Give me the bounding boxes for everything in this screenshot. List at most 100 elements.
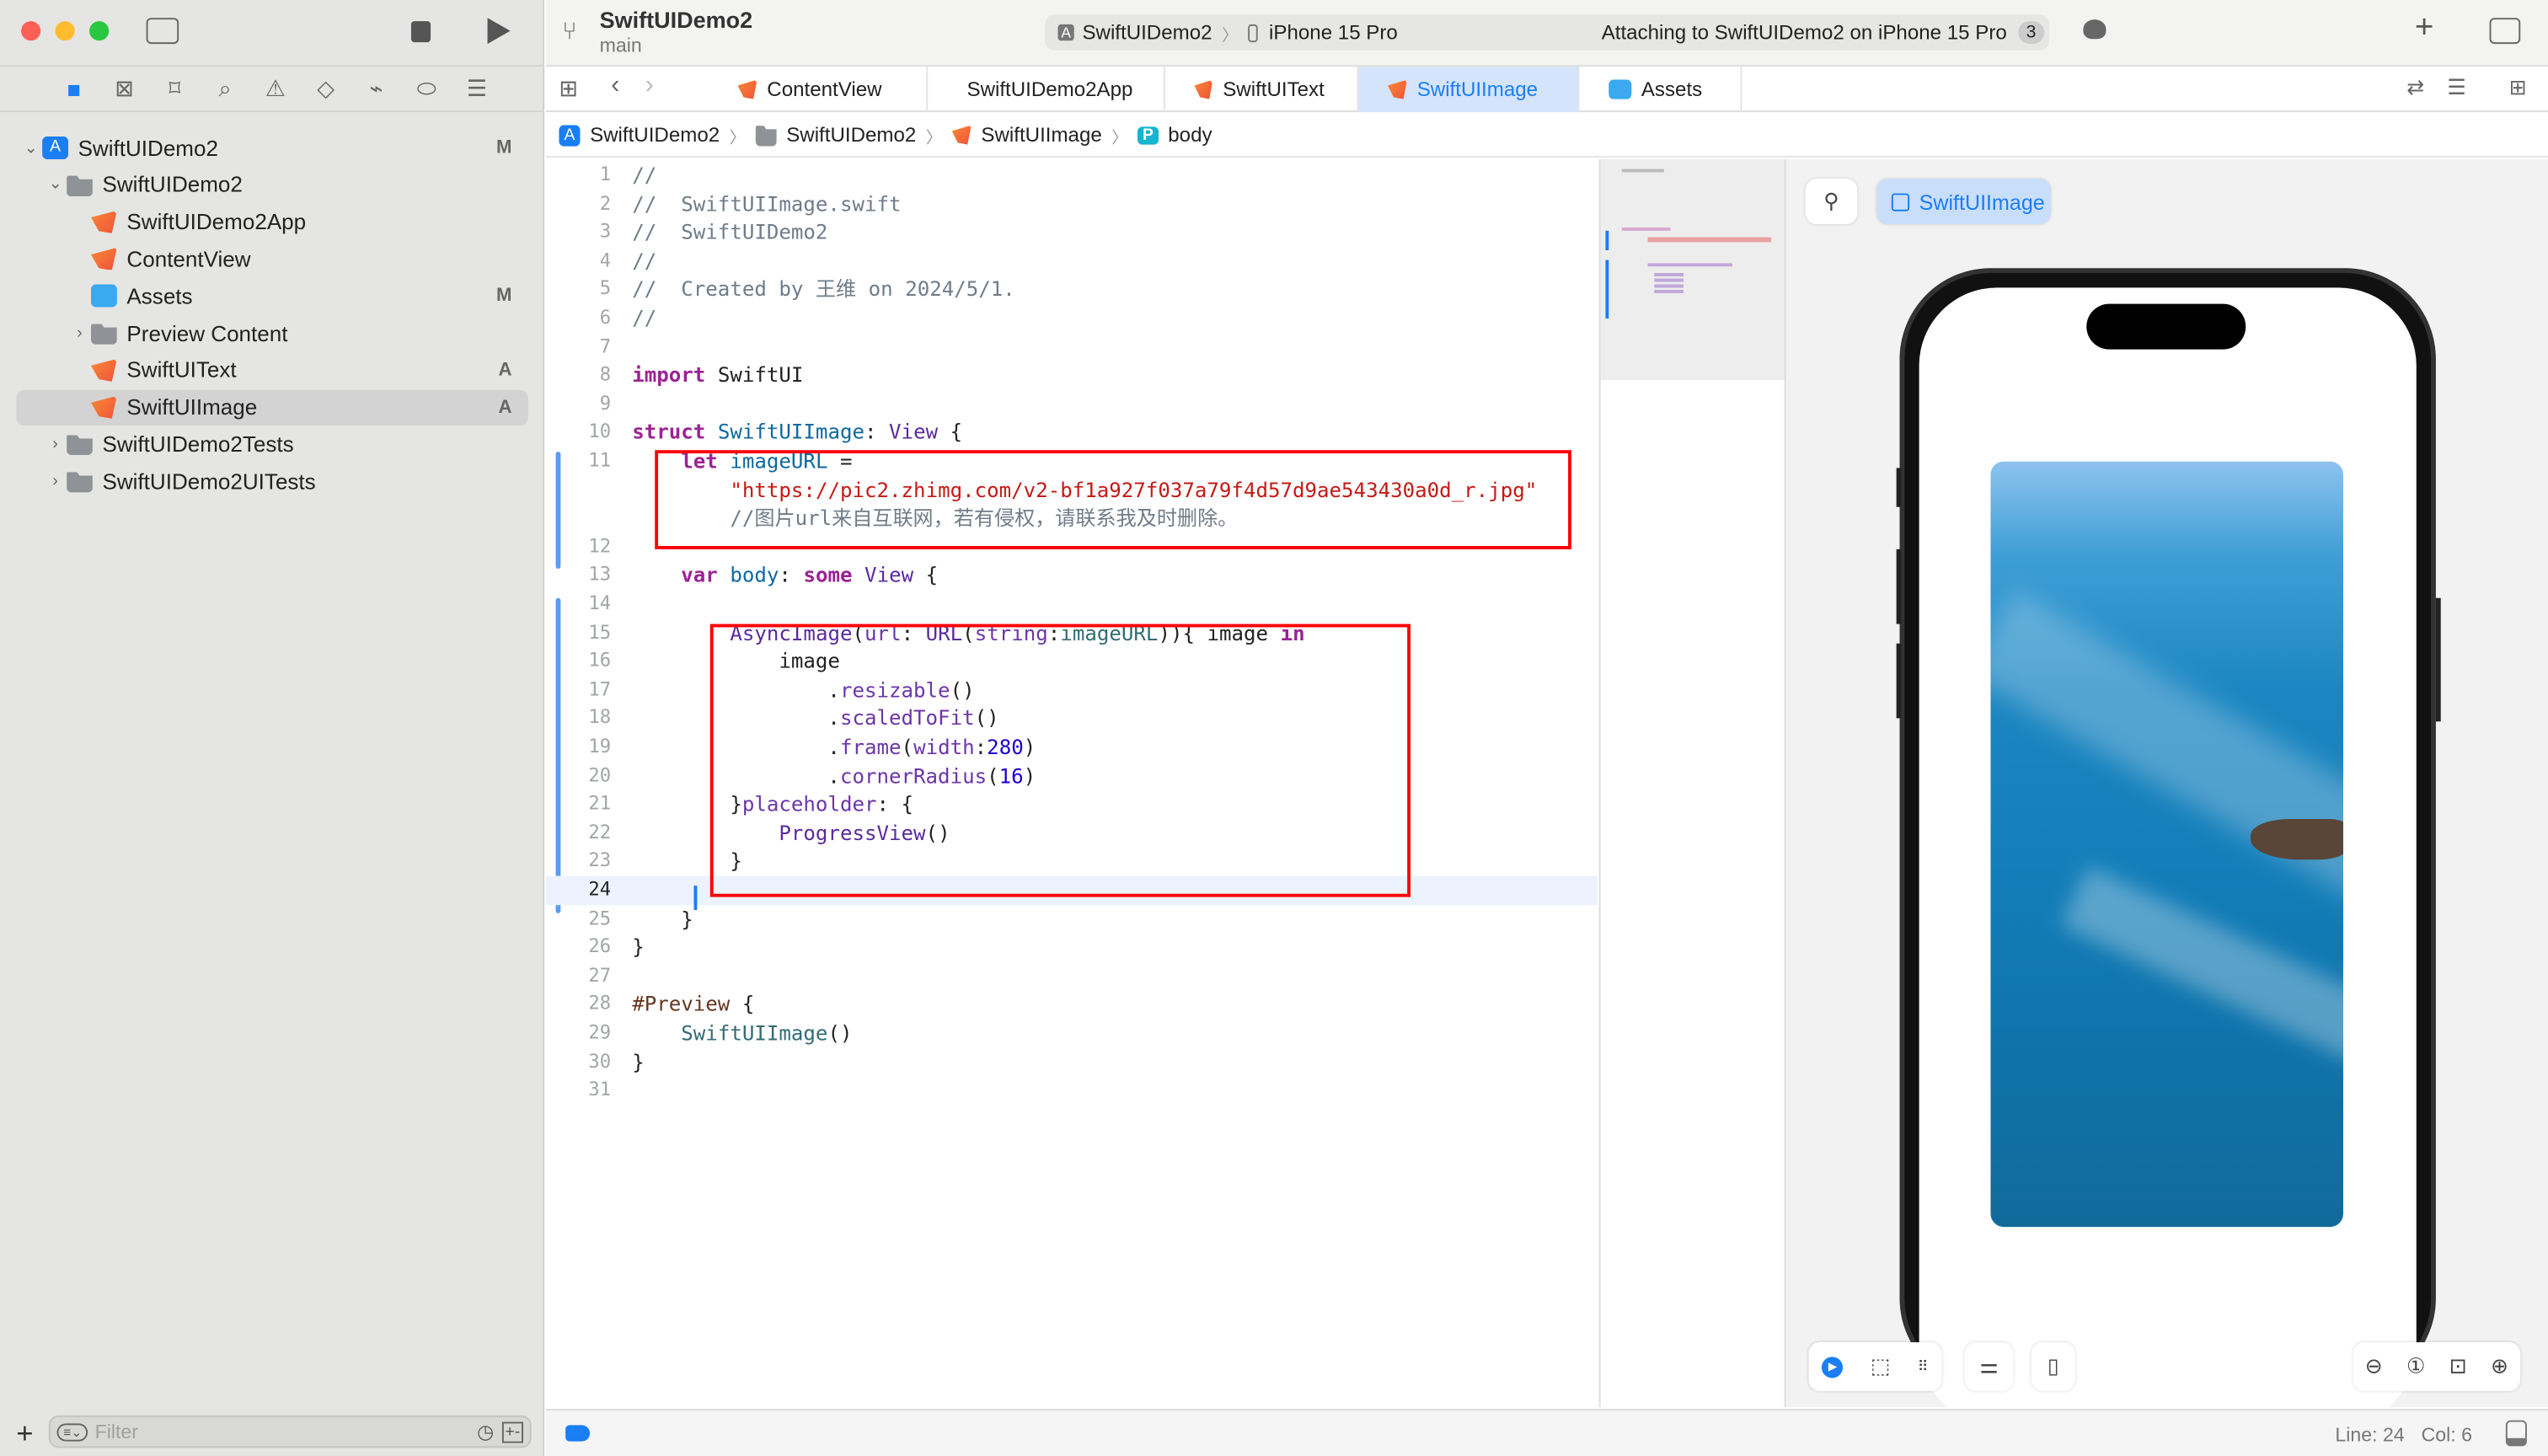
- tab-assets[interactable]: Assets: [1580, 67, 1742, 113]
- sidebar-toggle-icon[interactable]: [146, 18, 179, 45]
- breadcrumb-project[interactable]: SwiftUIDemo2: [590, 124, 720, 147]
- back-icon[interactable]: ‹: [611, 72, 619, 101]
- line-number: 20: [588, 763, 612, 786]
- filter-field[interactable]: ≡⌄ Filter ◷ +-: [48, 1415, 532, 1448]
- bookmark-icon[interactable]: ⌑: [149, 75, 200, 103]
- report-icon[interactable]: ☰: [452, 75, 502, 103]
- cloud-status-icon[interactable]: [2083, 19, 2106, 40]
- zoom-in-icon[interactable]: ⊕: [2491, 1353, 2508, 1379]
- search-icon[interactable]: ⌕: [200, 75, 250, 103]
- device-selector[interactable]: iPhone 15 Pro: [1269, 21, 1398, 44]
- tab-label: SwiftUIDemo2App: [966, 78, 1133, 101]
- rocks: [2251, 818, 2343, 860]
- close-window-button[interactable]: [21, 21, 41, 41]
- stop-icon[interactable]: [410, 21, 431, 43]
- add-library-icon[interactable]: +: [2415, 10, 2434, 47]
- folder-icon[interactable]: ■: [49, 76, 99, 102]
- test-icon[interactable]: ◇: [301, 75, 351, 103]
- line-number: 30: [588, 1049, 612, 1073]
- scheme-selector[interactable]: SwiftUIDemo2: [1082, 21, 1212, 44]
- tree-item-label: SwiftUIDemo2: [102, 173, 243, 197]
- breakpoint-icon[interactable]: ⬭: [401, 75, 452, 103]
- editor-options-icon[interactable]: ☰: [2447, 75, 2465, 101]
- breadcrumb-file[interactable]: SwiftUIImage: [981, 124, 1101, 147]
- preview-tab[interactable]: SwiftUIImage: [1876, 179, 2051, 225]
- related-items-icon[interactable]: ⇄: [2406, 75, 2424, 101]
- tree-item[interactable]: ⌄ A SwiftUIDemo2 M: [16, 130, 527, 165]
- zoom-100-icon[interactable]: ①: [2406, 1353, 2425, 1379]
- code-text: }: [632, 933, 645, 961]
- device-settings-button[interactable]: ▯: [2031, 1341, 2075, 1391]
- code-text: SwiftUIImage(): [632, 1019, 852, 1047]
- grid-icon[interactable]: ⊞: [559, 75, 578, 103]
- live-preview-icon[interactable]: ▶: [1822, 1356, 1844, 1378]
- code-token: :: [779, 563, 804, 587]
- highlight-box: [655, 450, 1571, 549]
- variants-icon[interactable]: ⠿: [1918, 1357, 1929, 1375]
- line-number: 23: [588, 848, 612, 872]
- tree-item[interactable]: ⌄ SwiftUIDemo2: [16, 167, 527, 202]
- warning-icon[interactable]: ⚠: [250, 75, 301, 103]
- pin-preview-button[interactable]: ⚲: [1805, 179, 1858, 225]
- tree-item[interactable]: › Preview Content: [16, 315, 527, 351]
- zoom-out-icon[interactable]: ⊖: [2365, 1353, 2383, 1379]
- minimap[interactable]: [1598, 158, 1785, 381]
- line-number: 17: [588, 677, 612, 700]
- minimize-window-button[interactable]: [55, 21, 75, 41]
- tab-swiftuitext[interactable]: SwiftUIText: [1165, 67, 1359, 113]
- tab-swiftuidemo2app[interactable]: SwiftUIDemo2App: [928, 67, 1165, 113]
- disclosure-chevron-icon[interactable]: ›: [44, 473, 67, 490]
- tree-item[interactable]: Assets M: [16, 278, 527, 313]
- code-line: 25 }: [546, 904, 1598, 933]
- tree-item[interactable]: SwiftUIText A: [16, 352, 527, 388]
- iphone-screen: [1919, 287, 2417, 1426]
- zoom-window-button[interactable]: [89, 21, 110, 41]
- disclosure-chevron-icon[interactable]: ›: [68, 324, 91, 342]
- selectable-mode-icon[interactable]: ⬚: [1871, 1353, 1891, 1379]
- source-control-icon[interactable]: ⊠: [99, 75, 150, 103]
- tree-item[interactable]: SwiftUIDemo2App: [16, 204, 527, 239]
- tree-item[interactable]: ContentView: [16, 241, 527, 276]
- tree-item[interactable]: › SwiftUIDemo2Tests: [16, 426, 527, 462]
- tree-item[interactable]: › SwiftUIDemo2UITests: [16, 463, 527, 499]
- zoom-fit-icon[interactable]: ⊡: [2449, 1353, 2467, 1379]
- code-token: SwiftUIImage: [717, 420, 864, 445]
- tree-item[interactable]: SwiftUIImage A: [16, 389, 528, 426]
- scm-status-badge: A: [498, 360, 512, 380]
- project-title: SwiftUIDemo2: [599, 6, 753, 33]
- branch-icon: ⑂: [562, 18, 577, 46]
- separator: 〉: [729, 129, 747, 147]
- canvas-settings-button[interactable]: ⚌: [1964, 1341, 2014, 1391]
- breadcrumb-group[interactable]: SwiftUIDemo2: [786, 124, 916, 147]
- line-number: 26: [588, 934, 612, 958]
- line-number: 11: [588, 448, 612, 472]
- forward-icon[interactable]: ›: [645, 72, 654, 101]
- code-editor[interactable]: 1 // 2 // SwiftUIImage.swift 3 // SwiftUIDemo…: [545, 158, 1598, 1408]
- scm-status-badge: M: [495, 137, 512, 158]
- code-line: 1 //: [546, 161, 1598, 190]
- async-image: [1990, 461, 2343, 1228]
- separator: 〉: [1222, 26, 1239, 46]
- run-icon[interactable]: [487, 18, 511, 45]
- code-token: :: [864, 420, 890, 445]
- code-line: 5 // Created by 王维 on 2024/5/1.: [546, 276, 1598, 304]
- tab-contentview[interactable]: ContentView: [709, 67, 929, 113]
- breadcrumb-symbol[interactable]: body: [1168, 124, 1212, 147]
- source-control-filter-icon[interactable]: +-: [501, 1421, 523, 1443]
- debug-panel-toggle-icon[interactable]: [2505, 1420, 2527, 1447]
- disclosure-chevron-icon[interactable]: ⌄: [44, 176, 67, 194]
- code-token: some: [803, 563, 853, 587]
- iphone-icon: [1247, 23, 1258, 42]
- tab-swiftuiimage[interactable]: SwiftUIImage: [1358, 67, 1580, 113]
- debug-area-icon[interactable]: [565, 1425, 591, 1442]
- code-line: 3 // SwiftUIDemo2: [546, 218, 1598, 247]
- recent-files-icon[interactable]: ◷: [477, 1421, 494, 1443]
- disclosure-chevron-icon[interactable]: ›: [44, 436, 67, 453]
- add-icon[interactable]: +: [16, 1417, 33, 1452]
- filter-options-icon[interactable]: ≡⌄: [56, 1422, 88, 1441]
- debug-icon[interactable]: ⌁: [351, 75, 402, 103]
- disclosure-chevron-icon[interactable]: ⌄: [19, 139, 42, 157]
- add-editor-icon[interactable]: ⊞: [2509, 75, 2527, 101]
- inspector-toggle-icon[interactable]: [2489, 18, 2521, 45]
- activity-count-badge[interactable]: 3: [2018, 21, 2045, 45]
